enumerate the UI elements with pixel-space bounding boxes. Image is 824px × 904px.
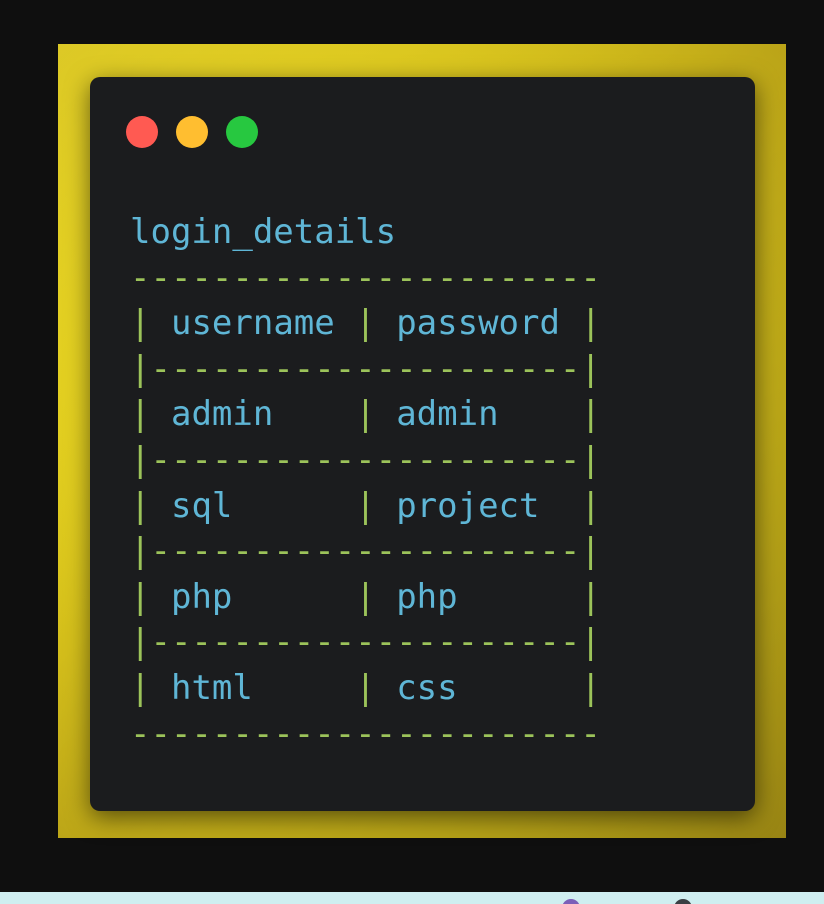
close-button[interactable]: [126, 116, 158, 148]
cell-username: sql: [170, 485, 335, 526]
table-name: login_details: [130, 212, 397, 252]
maximize-button[interactable]: [226, 116, 258, 148]
cell-username: php: [170, 576, 335, 617]
top-border: -----------------------: [130, 257, 601, 298]
header-row: | username | password |: [130, 303, 601, 344]
table-row: | sql | project |: [130, 485, 601, 526]
table-row: | html | css |: [130, 667, 601, 708]
row-separator: |---------------------|: [130, 622, 601, 663]
cell-password: php: [396, 576, 560, 617]
cell-username: admin: [170, 394, 335, 435]
table-row: | php | php |: [130, 576, 601, 617]
taskbar-strip: [0, 892, 824, 904]
column-username: username: [170, 303, 335, 344]
cell-username: html: [170, 667, 335, 708]
row-separator: |---------------------|: [130, 348, 601, 389]
row-separator: |---------------------|: [130, 439, 601, 480]
row-separator: |---------------------|: [130, 531, 601, 572]
cell-password: project: [396, 485, 560, 526]
cell-password: admin: [396, 394, 560, 435]
code-block: login_details ----------------------- | us…: [130, 210, 601, 757]
table-row: | admin | admin |: [130, 394, 601, 435]
column-password: password: [396, 303, 560, 344]
minimize-button[interactable]: [176, 116, 208, 148]
cell-password: css: [396, 667, 560, 708]
bottom-border: -----------------------: [130, 713, 601, 754]
